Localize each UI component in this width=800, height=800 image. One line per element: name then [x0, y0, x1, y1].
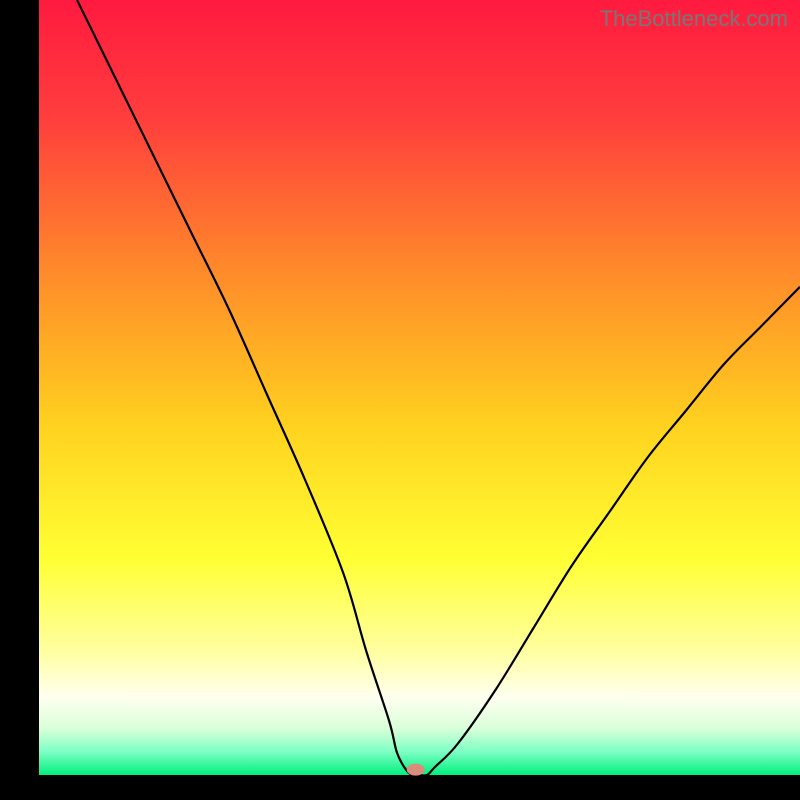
chart-svg [0, 0, 800, 800]
optimal-marker [407, 764, 425, 776]
chart-plot-area [39, 0, 800, 775]
watermark-label: TheBottleneck.com [600, 6, 788, 32]
bottleneck-chart: TheBottleneck.com [0, 0, 800, 800]
